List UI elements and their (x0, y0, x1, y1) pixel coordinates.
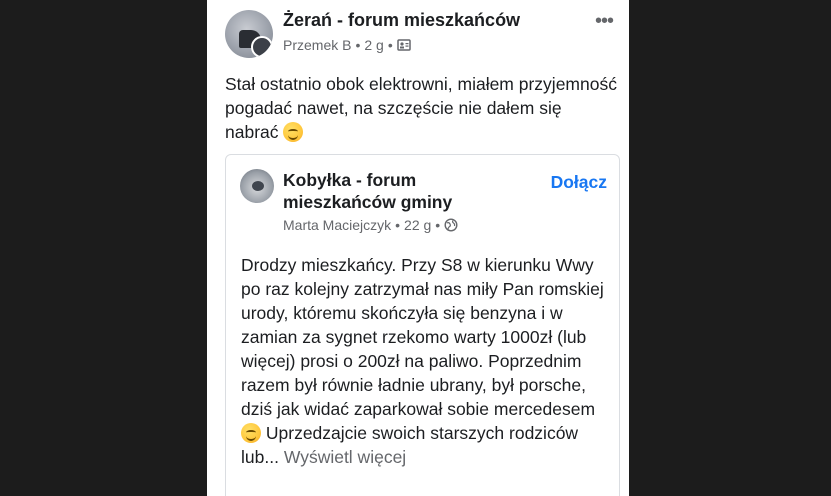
shared-post-time-link[interactable]: 22 g (404, 217, 431, 233)
group-name-link[interactable]: Żerań - forum mieszkańców (283, 10, 520, 31)
meta-separator: • (387, 37, 393, 53)
group-avatar[interactable] (225, 10, 273, 58)
post-time-link[interactable]: 2 g (364, 37, 383, 53)
meta-separator: • (395, 217, 401, 233)
shared-author-name-link[interactable]: Marta Maciejczyk (283, 217, 391, 233)
meta-separator: • (435, 217, 441, 233)
grinning-face-emoji (241, 423, 261, 443)
see-more-link[interactable]: Wyświetl więcej (284, 447, 406, 467)
author-avatar-badge[interactable] (251, 36, 273, 58)
globe-icon (444, 218, 458, 232)
join-group-button[interactable]: Dołącz (551, 172, 607, 193)
avatar-image (252, 181, 264, 191)
more-options-icon[interactable]: ••• (595, 11, 614, 31)
smirking-face-emoji (283, 122, 304, 142)
post-meta: Przemek B • 2 g • (283, 37, 411, 53)
post-text: Stał ostatnio obok elektrowni, miałem pr… (225, 72, 617, 144)
post-card: Żerań - forum mieszkańców Przemek B • 2 … (207, 0, 629, 496)
shared-post-card[interactable]: Kobyłka - forum mieszkańców gminy Dołącz… (225, 154, 620, 496)
shared-post-text: Drodzy mieszkańcy. Przy S8 w kierunku Ww… (241, 253, 609, 469)
shared-post-meta: Marta Maciejczyk • 22 g • (283, 217, 458, 233)
meta-separator: • (355, 37, 361, 53)
shared-post-text-content: Drodzy mieszkańcy. Przy S8 w kierunku Ww… (241, 255, 604, 419)
shared-group-name-link[interactable]: Kobyłka - forum mieszkańców gminy (283, 169, 513, 213)
post-header: Żerań - forum mieszkańców Przemek B • 2 … (225, 10, 617, 58)
author-name-link[interactable]: Przemek B (283, 37, 351, 53)
shared-group-avatar[interactable] (240, 169, 274, 203)
group-audience-icon (397, 38, 411, 52)
